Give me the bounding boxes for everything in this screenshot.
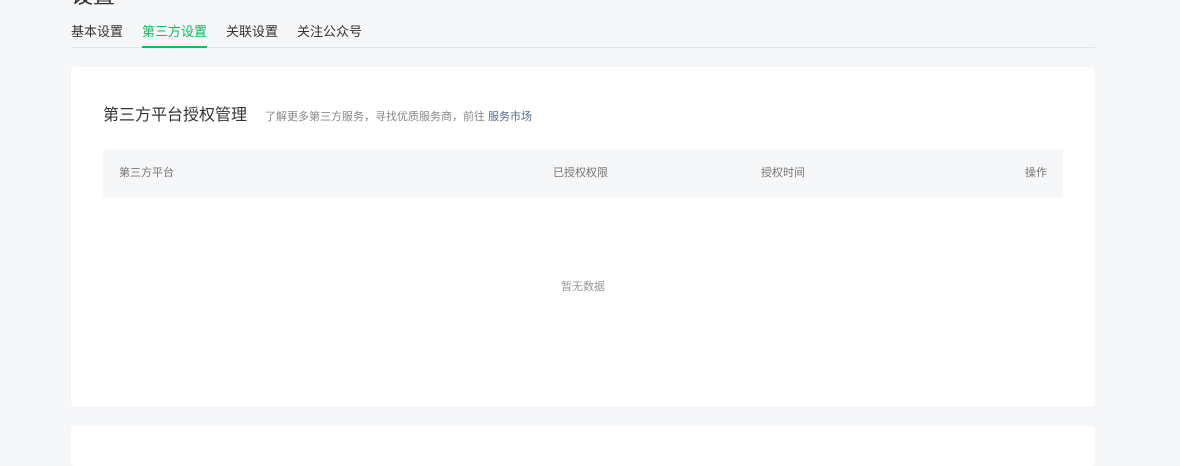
settings-tabs: 基本设置 第三方设置 关联设置 关注公众号 bbox=[71, 23, 1095, 48]
column-header-platform: 第三方平台 bbox=[119, 166, 174, 179]
empty-state-text: 暂无数据 bbox=[561, 280, 605, 293]
tab-third-party-settings[interactable]: 第三方设置 bbox=[142, 23, 208, 48]
tab-association-settings[interactable]: 关联设置 bbox=[226, 23, 278, 47]
column-header-actions: 操作 bbox=[1025, 166, 1047, 179]
third-party-auth-card: 第三方平台授权管理 了解更多第三方服务，寻找优质服务商，前往 服务市场 第三方平… bbox=[71, 67, 1095, 407]
tab-follow-official-account[interactable]: 关注公众号 bbox=[297, 23, 362, 47]
column-header-auth-time: 授权时间 bbox=[761, 166, 805, 179]
page-title: 设置 bbox=[71, 0, 115, 8]
tab-basic-settings[interactable]: 基本设置 bbox=[71, 23, 123, 47]
card-header: 第三方平台授权管理 了解更多第三方服务，寻找优质服务商，前往 服务市场 bbox=[103, 101, 532, 125]
card-title: 第三方平台授权管理 bbox=[103, 105, 248, 124]
next-section-card bbox=[71, 426, 1095, 466]
card-description: 了解更多第三方服务，寻找优质服务商，前往 bbox=[265, 110, 486, 123]
column-header-permissions: 已授权权限 bbox=[553, 166, 608, 179]
table-header: 第三方平台 已授权权限 授权时间 操作 bbox=[103, 149, 1063, 197]
service-market-link[interactable]: 服务市场 bbox=[488, 108, 532, 124]
